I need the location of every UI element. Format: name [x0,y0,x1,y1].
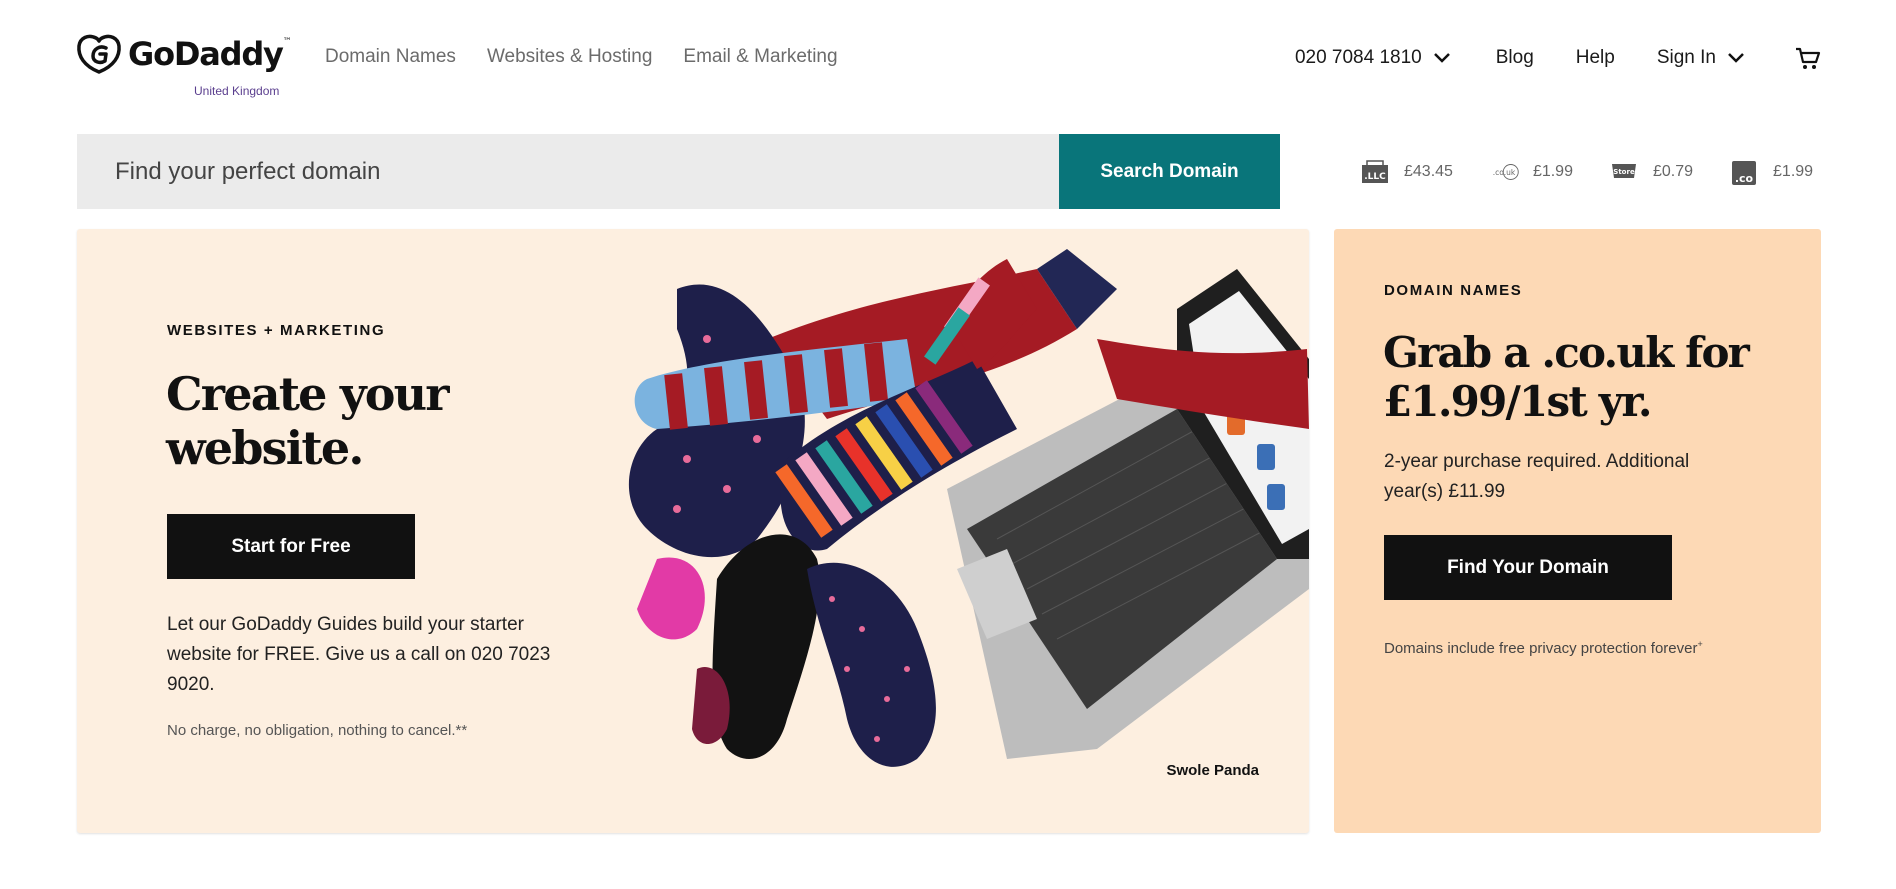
search-domain-button[interactable]: Search Domain [1059,134,1280,209]
tld-item-store[interactable]: Store £0.79 [1609,158,1693,186]
godaddy-logo-icon [77,34,121,74]
tld-price-couk: £1.99 [1532,163,1573,180]
sign-in-label: Sign In [1656,47,1716,68]
socks-laptop-image [628,249,1309,767]
domain-promo-description: 2-year purchase required. Additional yea… [1384,451,1690,502]
start-for-free-button[interactable]: Start for Free [167,514,415,579]
svg-text:.co: .co [1735,172,1754,185]
svg-text:.co.uk: .co.uk [1493,168,1516,177]
domain-search-input[interactable] [77,134,1059,209]
llc-tld-icon: .LLC [1360,158,1390,186]
logo-region-label: United Kingdom [194,84,280,98]
hero-fine-print: No charge, no obligation, nothing to can… [167,722,468,739]
co-tld-icon: .co [1729,158,1759,186]
hero-title: Create your website. [166,367,450,475]
godaddy-logo[interactable]: GoDaddy™ [76,32,292,76]
site-header: GoDaddy™ United Kingdom Domain Names Web… [0,0,1896,120]
main-nav: Domain Names Websites & Hosting Email & … [325,46,869,68]
domain-eyebrow: DOMAIN NAMES [1384,282,1523,299]
tld-item-co[interactable]: .co £1.99 [1729,158,1813,186]
tld-price-co: £1.99 [1773,163,1814,180]
tld-item-couk[interactable]: .co.uk £1.99 [1489,158,1573,186]
find-your-domain-button[interactable]: Find Your Domain [1384,535,1672,600]
blog-link[interactable]: Blog [1496,47,1534,69]
svg-text:.LLC: .LLC [1364,172,1386,182]
phone-number: 020 7084 1810 [1294,47,1422,68]
cart-icon[interactable] [1794,44,1822,72]
help-link[interactable]: Help [1576,47,1615,69]
nav-websites-hosting[interactable]: Websites & Hosting [487,46,652,68]
couk-tld-icon: .co.uk [1489,158,1519,186]
tld-price-llc: £43.45 [1404,163,1453,180]
store-tld-icon: Store [1609,158,1639,186]
hero-description: Let our GoDaddy Guides build your starte… [167,614,551,695]
svg-text:Store: Store [1613,168,1635,176]
website-promo-card: WEBSITES + MARKETING Create your website… [77,229,1309,833]
phone-dropdown[interactable]: 020 7084 1810 [1295,47,1452,69]
domain-promo-title: Grab a .co.uk for £1.99/1st yr. [1383,328,1750,426]
sign-in-dropdown[interactable]: Sign In [1657,47,1746,69]
chevron-down-icon [1433,53,1450,63]
hero-eyebrow: WEBSITES + MARKETING [167,322,386,339]
domain-promo-card: DOMAIN NAMES Grab a .co.uk for £1.99/1st… [1334,229,1821,833]
domain-search-bar: Search Domain [77,134,1280,209]
chevron-down-icon [1728,53,1744,63]
utility-nav: 020 7084 1810 Blog Help Sign In [1295,44,1822,72]
nav-domain-names[interactable]: Domain Names [325,46,456,68]
tld-price-list: .LLC £43.45 .co.uk £1.99 Store £0.79 .co… [1360,158,1813,186]
tld-item-llc[interactable]: .LLC £43.45 [1360,158,1453,186]
nav-email-marketing[interactable]: Email & Marketing [683,46,837,68]
tld-price-store: £0.79 [1652,163,1694,180]
domain-fine-print: Domains include free privacy protection … [1384,639,1703,657]
logo-wordmark: GoDaddy™ [128,35,292,73]
image-caption: Swole Panda [1166,762,1259,779]
